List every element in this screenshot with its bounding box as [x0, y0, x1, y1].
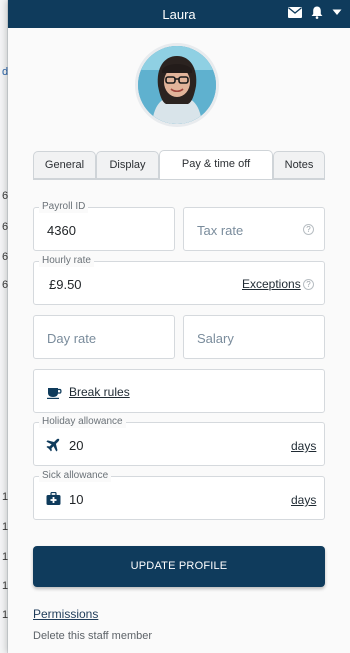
- day-rate-placeholder: Day rate: [47, 331, 97, 346]
- sick-allowance-value: 10: [69, 492, 84, 507]
- tab-general[interactable]: General: [33, 151, 96, 179]
- sick-allowance-label: Sick allowance: [39, 470, 112, 482]
- day-rate-field[interactable]: Day rate: [33, 315, 175, 359]
- tab-display[interactable]: Display: [96, 151, 159, 179]
- envelope-icon[interactable]: [288, 7, 302, 18]
- tab-pay-time-off[interactable]: Pay & time off: [159, 150, 273, 180]
- panel-header: Laura: [8, 0, 350, 28]
- tax-rate-placeholder: Tax rate: [197, 223, 244, 238]
- coffee-cup-icon: [47, 386, 62, 404]
- hourly-rate-label: Hourly rate: [39, 255, 94, 267]
- update-profile-button[interactable]: UPDATE PROFILE: [33, 546, 325, 587]
- medical-kit-icon: [46, 491, 61, 510]
- break-rules-link[interactable]: Break rules: [69, 385, 130, 399]
- salary-placeholder: Salary: [197, 331, 234, 346]
- holiday-allowance-label: Holiday allowance: [39, 416, 126, 428]
- staff-profile-panel: Laura General Display Pay & time off Not…: [8, 0, 350, 653]
- permissions-link[interactable]: Permissions: [33, 607, 98, 621]
- holiday-days-unit[interactable]: days: [291, 439, 316, 453]
- tab-notes[interactable]: Notes: [273, 151, 325, 179]
- tax-rate-field[interactable]: Tax rate ?: [183, 207, 325, 251]
- question-mark-icon[interactable]: ?: [303, 279, 314, 290]
- bell-icon[interactable]: [311, 6, 323, 19]
- chevron-down-icon[interactable]: [332, 9, 342, 16]
- delete-staff-link[interactable]: Delete this staff member: [33, 630, 152, 642]
- question-mark-icon[interactable]: ?: [303, 224, 314, 235]
- tabs-divider: [33, 179, 325, 180]
- sick-allowance-field[interactable]: Sick allowance 10 days: [33, 470, 325, 520]
- airplane-icon: [46, 438, 60, 457]
- profile-tabs: General Display Pay & time off Notes: [33, 150, 325, 180]
- hourly-rate-field[interactable]: Hourly rate £9.50 Exceptions ?: [33, 255, 325, 305]
- break-rules-row[interactable]: Break rules: [33, 369, 325, 413]
- avatar[interactable]: [135, 43, 219, 127]
- salary-field[interactable]: Salary: [183, 315, 325, 359]
- holiday-allowance-field[interactable]: Holiday allowance 20 days: [33, 416, 325, 466]
- holiday-allowance-value: 20: [69, 438, 84, 453]
- payroll-id-label: Payroll ID: [39, 201, 89, 213]
- background-app-strip: d 6 6 6 6 1 1 1 1 1: [0, 0, 8, 653]
- payroll-id-field[interactable]: Payroll ID 4360: [33, 201, 175, 251]
- payroll-id-value: 4360: [47, 223, 76, 238]
- exceptions-link[interactable]: Exceptions: [242, 277, 301, 291]
- hourly-rate-value: £9.50: [49, 277, 82, 292]
- sick-days-unit[interactable]: days: [291, 493, 316, 507]
